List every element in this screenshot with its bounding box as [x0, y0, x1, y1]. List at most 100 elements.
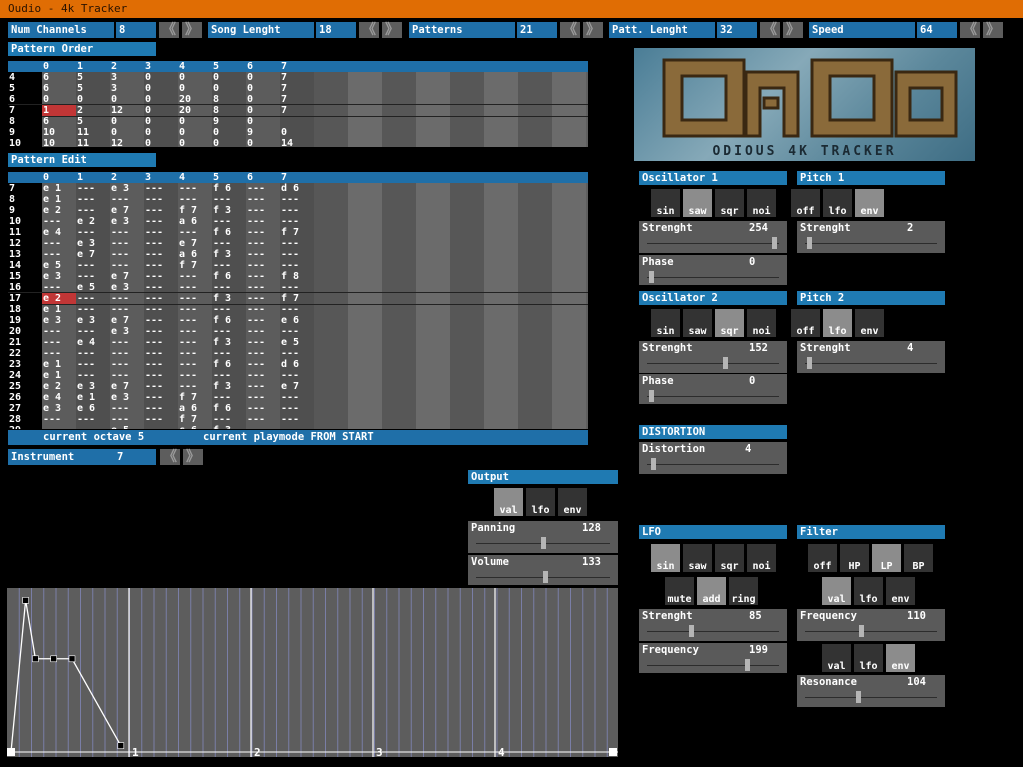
- pattern-edit-cell[interactable]: e 3: [42, 403, 76, 414]
- pattern-edit-cell[interactable]: ---: [144, 271, 178, 282]
- pattern-edit-cell[interactable]: ---: [280, 392, 314, 403]
- pattern-edit-cell[interactable]: e 7: [178, 238, 212, 249]
- pattern-order-cell[interactable]: 9: [246, 127, 280, 138]
- oscillator-2-phase-slider[interactable]: Phase 0: [639, 374, 787, 404]
- pattern-order-cell[interactable]: 0: [212, 127, 246, 138]
- pattern-edit-cell[interactable]: f 7: [178, 392, 212, 403]
- pattern-edit-cell[interactable]: e 1: [42, 370, 76, 381]
- pattern-edit-cell[interactable]: ---: [178, 304, 212, 315]
- pattern-edit-cell[interactable]: ---: [246, 348, 280, 359]
- pattern-edit-cell[interactable]: e 2: [42, 381, 76, 392]
- pattern-order-cell[interactable]: 0: [144, 127, 178, 138]
- pattern-edit-cell[interactable]: ---: [110, 249, 144, 260]
- pattern-edit-cell[interactable]: ---: [280, 238, 314, 249]
- pattern-edit-cell[interactable]: e 2: [42, 293, 76, 304]
- pattern-edit-cell[interactable]: ---: [246, 293, 280, 304]
- sin-button[interactable]: sin: [651, 189, 680, 217]
- off-button[interactable]: off: [791, 309, 820, 337]
- pattern-edit-cell[interactable]: ---: [178, 271, 212, 282]
- slider-knob[interactable]: [723, 357, 728, 369]
- env-button[interactable]: env: [558, 488, 587, 516]
- pattern-edit-cell[interactable]: ---: [144, 370, 178, 381]
- pattern-order-cell[interactable]: 0: [144, 116, 178, 127]
- pattern-edit-cell[interactable]: ---: [212, 216, 246, 227]
- pattern-edit-cell[interactable]: f 7: [280, 293, 314, 304]
- pattern-edit-cell[interactable]: e 1: [76, 392, 110, 403]
- pattern-edit-cell[interactable]: ---: [280, 249, 314, 260]
- sin-button[interactable]: sin: [651, 544, 680, 572]
- pattern-edit-cell[interactable]: ---: [144, 359, 178, 370]
- pitch-1-strength-slider[interactable]: Strenght 2: [797, 221, 945, 253]
- pattern-edit-cell[interactable]: f 7: [178, 260, 212, 271]
- noi-button[interactable]: noi: [747, 189, 776, 217]
- env-button[interactable]: env: [886, 644, 915, 672]
- pattern-edit-cell[interactable]: ---: [246, 403, 280, 414]
- pattern-edit-cell[interactable]: ---: [280, 370, 314, 381]
- val-button[interactable]: val: [822, 644, 851, 672]
- pattern-edit-cell[interactable]: e 1: [42, 304, 76, 315]
- pattern-edit-cell[interactable]: e 2: [76, 216, 110, 227]
- pattern-edit-cell[interactable]: ---: [212, 238, 246, 249]
- pattern-order-cell[interactable]: 0: [246, 138, 280, 147]
- pattern-edit-cell[interactable]: ---: [42, 425, 76, 429]
- pattern-edit-cell[interactable]: ---: [110, 260, 144, 271]
- pattern-edit-cell[interactable]: ---: [246, 337, 280, 348]
- pattern-edit-cell[interactable]: ---: [76, 348, 110, 359]
- pattern-edit-cell[interactable]: ---: [280, 194, 314, 205]
- pattern-order-cell[interactable]: 11: [76, 138, 110, 147]
- pattern-edit-cell[interactable]: ---: [110, 194, 144, 205]
- pattern-edit-cell[interactable]: ---: [144, 337, 178, 348]
- pattern-edit-cell[interactable]: ---: [144, 227, 178, 238]
- pattern-order-cell[interactable]: 0: [280, 127, 314, 138]
- pattern-order-cell[interactable]: 0: [144, 138, 178, 147]
- pattern-edit-cell[interactable]: ---: [246, 392, 280, 403]
- pattern-edit-cell[interactable]: ---: [178, 337, 212, 348]
- pattern-edit-cell[interactable]: e 5: [280, 337, 314, 348]
- pattern-order-cell[interactable]: 0: [110, 116, 144, 127]
- lfo-button[interactable]: lfo: [823, 309, 852, 337]
- sqr-button[interactable]: sqr: [715, 309, 744, 337]
- saw-button[interactable]: saw: [683, 544, 712, 572]
- pattern-edit-cell[interactable]: ---: [212, 348, 246, 359]
- topbar-0-value[interactable]: 8: [116, 22, 156, 38]
- pattern-edit-cell[interactable]: ---: [178, 227, 212, 238]
- pattern-edit-cell[interactable]: ---: [110, 359, 144, 370]
- pattern-edit-cell[interactable]: ---: [42, 326, 76, 337]
- pattern-edit-cell[interactable]: ---: [144, 183, 178, 194]
- pattern-edit-cell[interactable]: ---: [76, 227, 110, 238]
- slider-knob[interactable]: [856, 691, 861, 703]
- topbar-0-next-button[interactable]: 》: [182, 22, 202, 38]
- slider-knob[interactable]: [651, 458, 656, 470]
- pattern-edit-cell[interactable]: f 3: [212, 381, 246, 392]
- pitch-2-strength-slider[interactable]: Strenght 4: [797, 341, 945, 373]
- val-button[interactable]: val: [494, 488, 523, 516]
- pattern-edit-cell[interactable]: ---: [280, 304, 314, 315]
- pattern-edit-cell[interactable]: f 6: [212, 227, 246, 238]
- distortion-slider[interactable]: Distortion 4: [639, 442, 787, 474]
- topbar-4-next-button[interactable]: 》: [983, 22, 1003, 38]
- pattern-edit-cell[interactable]: ---: [178, 326, 212, 337]
- topbar-2-next-button[interactable]: 》: [583, 22, 603, 38]
- pattern-order-cell[interactable]: 10: [42, 138, 76, 147]
- topbar-3-prev-button[interactable]: 《: [760, 22, 780, 38]
- pattern-edit-cell[interactable]: ---: [76, 271, 110, 282]
- pattern-edit-cell[interactable]: ---: [246, 183, 280, 194]
- filter-resonance-slider[interactable]: Resonance 104: [797, 675, 945, 707]
- pattern-edit-cell[interactable]: ---: [280, 216, 314, 227]
- pattern-order-cell[interactable]: 12: [110, 105, 144, 116]
- pattern-order-cell[interactable]: 8: [212, 105, 246, 116]
- pattern-edit-cell[interactable]: ---: [42, 249, 76, 260]
- pattern-edit-cell[interactable]: ---: [246, 216, 280, 227]
- pattern-order-cell[interactable]: 0: [110, 127, 144, 138]
- pattern-edit-cell[interactable]: ---: [42, 414, 76, 425]
- pattern-edit-cell[interactable]: ---: [246, 425, 280, 429]
- pattern-edit-cell[interactable]: ---: [144, 414, 178, 425]
- pattern-edit-cell[interactable]: e 3: [110, 216, 144, 227]
- pattern-order-cell[interactable]: 3: [110, 83, 144, 94]
- pattern-order-cell[interactable]: 5: [76, 83, 110, 94]
- pattern-edit-cell[interactable]: ---: [178, 348, 212, 359]
- pattern-edit-cell[interactable]: ---: [110, 227, 144, 238]
- pattern-order-cell[interactable]: 11: [76, 127, 110, 138]
- sin-button[interactable]: sin: [651, 309, 680, 337]
- pattern-edit-cell[interactable]: e 2: [42, 205, 76, 216]
